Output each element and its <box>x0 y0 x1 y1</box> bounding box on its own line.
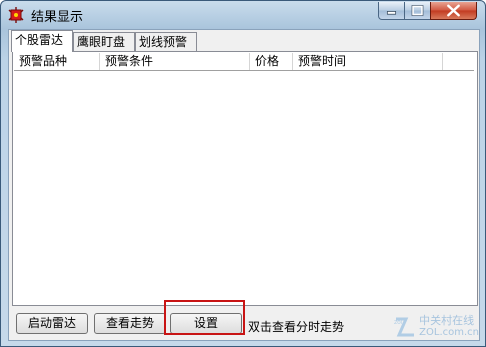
client-area: 个股雷达 鹰眼盯盘 划线预警 预警品种 预警条件 价格 预警时间 启动雷达 查看… <box>8 29 480 341</box>
button-label: 查看走势 <box>105 316 154 330</box>
minimize-icon <box>386 11 397 15</box>
tab-panel: 预警品种 预警条件 价格 预警时间 <box>12 51 478 306</box>
tab-label: 鹰眼盯盘 <box>77 35 126 49</box>
watermark-text: 中关村在线 <box>419 314 475 327</box>
app-window: 结果显示 个股雷达 鹰眼盯盘 划线预警 预警品种 预警条件 价格 预警时间 启动… <box>0 0 486 347</box>
radar-app-icon <box>8 7 24 23</box>
window-title: 结果显示 <box>31 10 84 25</box>
tab-line-alert[interactable]: 划线预警 <box>135 32 197 51</box>
watermark-logo-text: zol <box>394 319 403 326</box>
settings-highlight-box <box>164 300 245 335</box>
start-radar-button[interactable]: 启动雷达 <box>16 313 88 334</box>
column-label: 预警品种 <box>19 54 68 68</box>
title-bar[interactable]: 结果显示 <box>1 1 485 29</box>
double-click-hint: 双击查看分时走势 <box>248 320 345 334</box>
close-icon <box>447 4 460 17</box>
button-label: 启动雷达 <box>27 316 76 330</box>
watermark: zol 中关村在线 ZOL.com.cn <box>394 315 479 342</box>
column-label: 预警条件 <box>105 54 154 68</box>
column-header-condition[interactable]: 预警条件 <box>100 53 250 70</box>
tab-label: 个股雷达 <box>15 33 64 47</box>
column-label: 预警时间 <box>298 54 347 68</box>
view-trend-button[interactable]: 查看走势 <box>94 313 166 334</box>
column-header-price[interactable]: 价格 <box>250 53 293 70</box>
watermark-site: ZOL.com.cn <box>419 327 479 338</box>
close-button[interactable] <box>430 2 477 20</box>
alert-list[interactable] <box>14 71 474 303</box>
maximize-button[interactable] <box>404 2 431 20</box>
list-header: 预警品种 预警条件 价格 预警时间 <box>14 53 474 71</box>
column-header-symbol[interactable]: 预警品种 <box>14 53 100 70</box>
tab-eagle-eye[interactable]: 鹰眼盯盘 <box>73 32 135 51</box>
tab-label: 划线预警 <box>139 35 188 49</box>
minimize-button[interactable] <box>378 2 405 20</box>
column-header-time[interactable]: 预警时间 <box>293 53 443 70</box>
tab-stock-radar[interactable]: 个股雷达 <box>11 30 73 52</box>
column-label: 价格 <box>255 54 280 68</box>
zol-logo-icon: zol <box>394 317 414 337</box>
maximize-icon <box>411 5 424 16</box>
